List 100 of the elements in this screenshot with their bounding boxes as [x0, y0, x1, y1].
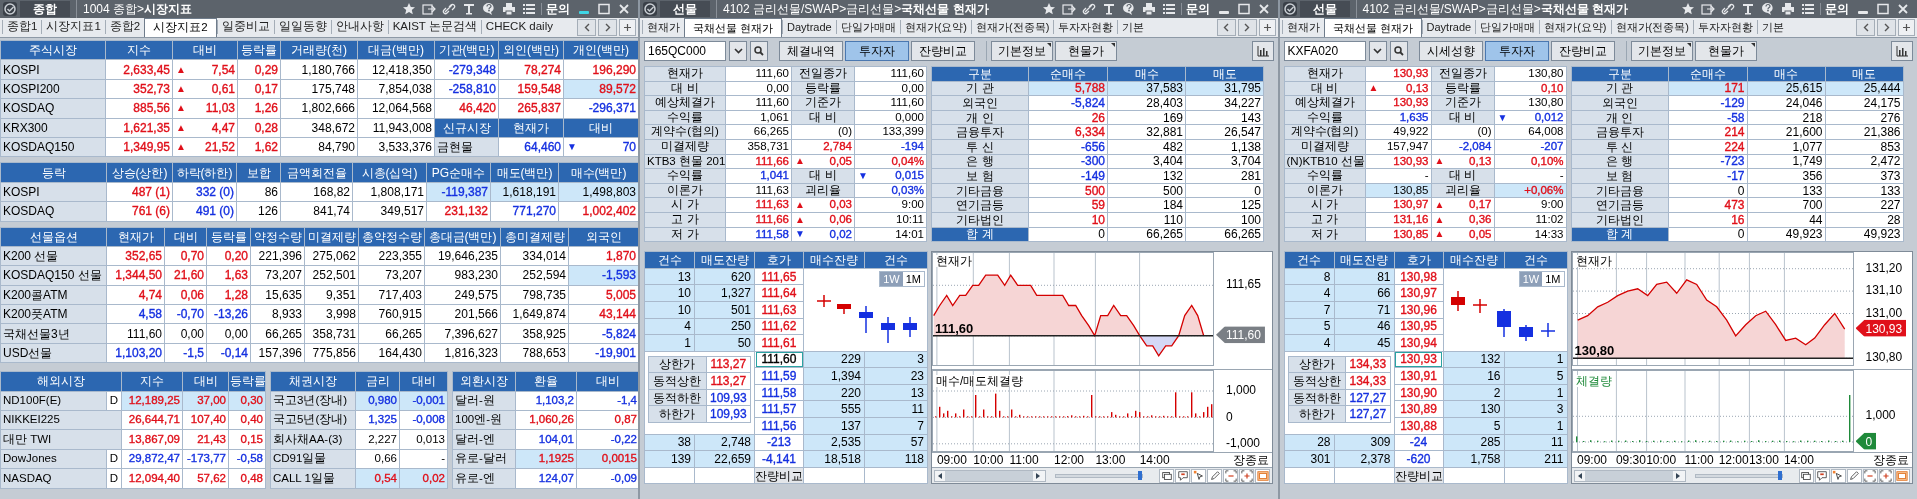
slider-thumb[interactable] [1138, 470, 1142, 480]
dropdown-button[interactable]: 기본정보 [1630, 41, 1693, 61]
printer-icon[interactable] [1141, 2, 1156, 16]
close-icon[interactable] [1896, 2, 1910, 16]
link-icon[interactable] [1081, 2, 1096, 16]
code-field[interactable]: KXFA020 [1283, 41, 1366, 61]
export-icon[interactable] [1701, 2, 1715, 16]
dropdown-button[interactable]: 현물가 [1055, 41, 1117, 61]
tab[interactable]: 단일가매매 [835, 20, 900, 34]
maximize-icon[interactable] [1236, 2, 1251, 16]
horizontal-scrollbar[interactable] [934, 469, 1046, 482]
menu-button[interactable]: 선물 [660, 1, 710, 17]
tab[interactable]: 종합1 [2, 20, 42, 34]
close-icon[interactable] [1256, 2, 1271, 16]
help-icon[interactable] [1761, 2, 1775, 16]
slider-thumb[interactable] [1777, 470, 1782, 480]
previous-tab-button[interactable] [1216, 19, 1236, 36]
tab[interactable]: 현재가(전종목) [1610, 20, 1693, 34]
list-icon[interactable] [1161, 2, 1176, 16]
help-button[interactable]: 문의 [1820, 3, 1853, 15]
chart-tool-button[interactable] [1878, 468, 1894, 483]
next-tab-button[interactable] [1877, 19, 1896, 36]
star-icon[interactable] [402, 2, 416, 16]
tab[interactable]: Daytrade [782, 20, 836, 34]
tab[interactable]: 시장지표1 [41, 20, 105, 34]
list-icon[interactable] [1801, 2, 1815, 16]
tab[interactable]: 현재가(요약) [899, 20, 972, 34]
dropdown-button[interactable]: 기본정보 [991, 41, 1053, 61]
toolbar-button[interactable]: 잔량비교 [1550, 41, 1615, 61]
chart-button[interactable] [1891, 41, 1913, 61]
add-tab-button[interactable] [1258, 19, 1276, 36]
list-icon[interactable] [522, 2, 536, 16]
tab[interactable]: 국채선물 현재가 [684, 18, 783, 37]
chart-button[interactable] [1251, 41, 1274, 61]
add-tab-button[interactable] [619, 19, 636, 36]
link-icon[interactable] [1721, 2, 1735, 16]
search-button[interactable] [1389, 41, 1408, 61]
chart-tool-button[interactable] [1846, 468, 1862, 483]
scrollbar-thumb[interactable] [1584, 470, 1673, 481]
toolbar-button[interactable]: 체결내역 [779, 41, 843, 61]
app-logo-icon[interactable] [1281, 1, 1298, 17]
add-tab-button[interactable] [1898, 19, 1915, 36]
tab[interactable]: 일중비교 [216, 20, 274, 34]
search-button[interactable] [750, 41, 768, 61]
tab[interactable]: 시장지표2 [144, 18, 217, 37]
tab[interactable]: 안내사항 [330, 20, 388, 34]
tab[interactable]: 현재가(요약) [1539, 20, 1611, 34]
chart-tool-button[interactable] [1814, 468, 1830, 483]
scrollbar-thumb[interactable] [945, 470, 1033, 481]
chart-tool-button[interactable] [1223, 468, 1238, 483]
chart-tool-button[interactable] [1255, 468, 1270, 483]
next-tab-button[interactable] [598, 19, 617, 36]
code-field[interactable]: 165QC000 [644, 41, 726, 61]
tab[interactable]: 기본 [1117, 20, 1149, 34]
toolbar-button[interactable]: 시세성향 [1418, 41, 1483, 61]
menu-button[interactable]: 선물 [1299, 1, 1350, 17]
app-logo-icon[interactable] [642, 1, 658, 17]
help-icon[interactable] [482, 2, 496, 16]
maximize-icon[interactable] [597, 2, 611, 16]
toolbar-button[interactable]: 투자자 [1484, 41, 1549, 61]
close-icon[interactable] [617, 2, 631, 16]
menu-button[interactable]: 종합 [20, 1, 70, 17]
chart-tool-button[interactable] [1830, 468, 1846, 483]
tab[interactable]: 국채선물 현재가 [1323, 18, 1422, 37]
chart-tool-button[interactable] [1862, 468, 1878, 483]
zoom-slider[interactable] [1055, 473, 1143, 478]
tab[interactable]: CHECK daily [480, 20, 557, 34]
chart-tool-button[interactable] [1191, 468, 1206, 483]
chart-tool-button[interactable] [1159, 468, 1174, 483]
dropdown-button[interactable]: 현물가 [1694, 41, 1757, 61]
font-icon[interactable] [462, 2, 476, 16]
tab[interactable]: 현재가(전종목) [971, 20, 1054, 34]
export-icon[interactable] [422, 2, 436, 16]
help-icon[interactable] [1121, 2, 1136, 16]
chart-tool-button[interactable] [1239, 468, 1254, 483]
link-icon[interactable] [442, 2, 456, 16]
chart-tool-button[interactable] [1894, 468, 1910, 483]
tab[interactable]: 기본 [1756, 20, 1788, 34]
app-logo-icon[interactable] [2, 1, 18, 17]
chart-tool-button[interactable] [1798, 468, 1814, 483]
tab[interactable]: 일일동향 [273, 20, 331, 34]
previous-tab-button[interactable] [1856, 19, 1875, 36]
tab[interactable]: 단일가매매 [1475, 20, 1540, 34]
zoom-slider[interactable] [1694, 473, 1783, 478]
tab[interactable]: 현재가 [1281, 20, 1324, 34]
tab[interactable]: 투자자현황 [1692, 20, 1757, 34]
star-icon[interactable] [1681, 2, 1695, 16]
printer-icon[interactable] [502, 2, 516, 16]
tab[interactable]: Daytrade [1421, 20, 1476, 34]
help-button[interactable]: 문의 [541, 3, 574, 15]
printer-icon[interactable] [1781, 2, 1795, 16]
tab[interactable]: 투자자현황 [1053, 20, 1118, 34]
help-button[interactable]: 문의 [1180, 3, 1214, 15]
dropdown-button[interactable] [1368, 41, 1387, 61]
font-icon[interactable] [1741, 2, 1755, 16]
next-tab-button[interactable] [1237, 19, 1257, 36]
chart-tool-button[interactable] [1175, 468, 1190, 483]
star-icon[interactable] [1041, 2, 1056, 16]
maximize-icon[interactable] [1876, 2, 1890, 16]
dropdown-button[interactable] [729, 41, 747, 61]
